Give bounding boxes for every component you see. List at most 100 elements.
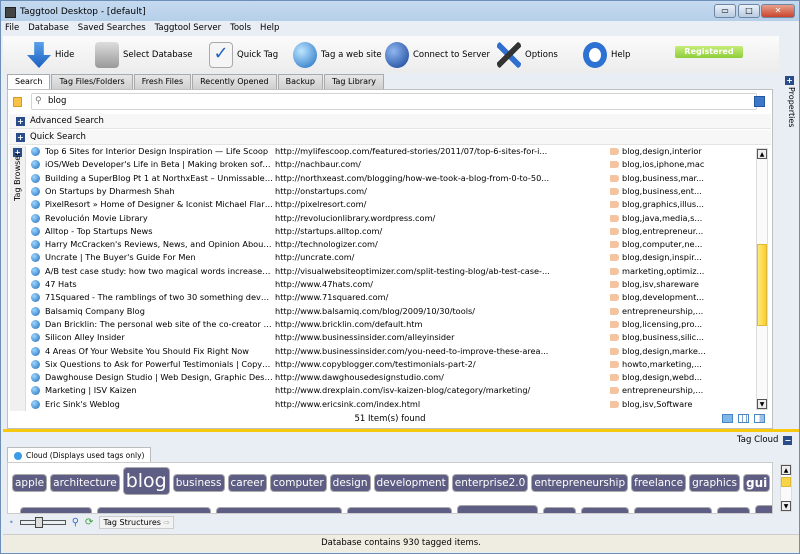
select-database-button[interactable]: Select Database — [95, 39, 192, 71]
cloud-tag[interactable]: graphics — [689, 474, 740, 492]
results-scrollbar[interactable]: ▲ ▼ — [756, 148, 768, 410]
cloud-tag[interactable]: architecture — [50, 474, 120, 492]
cloud-tag[interactable]: business — [172, 474, 225, 492]
cloud-tag[interactable] — [347, 507, 452, 513]
result-row[interactable]: PixelResort » Home of Designer & Iconist… — [29, 198, 754, 211]
tab-backup[interactable]: Backup — [277, 74, 323, 89]
save-search-icon[interactable] — [754, 96, 765, 107]
result-row[interactable]: Marketing | ISV Kaizen http://www.drexpl… — [29, 384, 754, 397]
scroll-down-button[interactable]: ▼ — [781, 501, 791, 511]
tag-icon — [610, 201, 619, 209]
cloud-tag[interactable]: entrepreneurship — [531, 474, 629, 492]
result-row[interactable]: Uncrate | The Buyer's Guide For Men http… — [29, 251, 754, 264]
cloud-tag[interactable]: gui — [742, 474, 771, 492]
result-row[interactable]: Eric Sink's Weblog http://www.ericsink.c… — [29, 398, 754, 411]
zoom-slider[interactable] — [19, 516, 66, 528]
help-button[interactable]: Help — [583, 39, 630, 71]
tag-structures-button[interactable]: Tag Structures ⇨ — [99, 515, 175, 529]
cloud-tag[interactable] — [755, 505, 772, 513]
result-url: http://www.71squared.com/ — [275, 292, 389, 303]
result-row[interactable]: Harry McCracken's Reviews, News, and Opi… — [29, 238, 754, 251]
menu-saved-searches[interactable]: Saved Searches — [78, 23, 146, 33]
cloud-tag[interactable]: career — [227, 474, 268, 492]
cloud-tag[interactable]: blog — [122, 467, 170, 495]
tag-icon — [610, 400, 619, 408]
advanced-search-toggle[interactable]: + Advanced Search — [9, 114, 771, 129]
tab-fresh-files[interactable]: Fresh Files — [133, 74, 192, 89]
menu-tools[interactable]: Tools — [230, 23, 251, 33]
connect-to-server-button[interactable]: Connect to Server — [385, 39, 490, 71]
tab-tag-library[interactable]: Tag Library — [323, 74, 385, 89]
result-row[interactable]: Top 6 Sites for Interior Design Inspirat… — [29, 145, 754, 158]
tab-cloud[interactable]: Cloud (Displays used tags only) — [7, 447, 152, 463]
scroll-thumb[interactable] — [781, 477, 791, 487]
result-row[interactable]: A/B test case study: how two magical wor… — [29, 265, 754, 278]
cloud-tag[interactable] — [543, 507, 576, 513]
menu-help[interactable]: Help — [260, 23, 279, 33]
result-row[interactable]: Revolución Movie Library http://revoluci… — [29, 212, 754, 225]
tag-browser-panel[interactable]: + Tag Browser — [10, 146, 26, 411]
cloud-tag[interactable]: design — [329, 474, 371, 492]
menu-taggtool-server[interactable]: Taggtool Server — [155, 23, 221, 33]
cloud-scrollbar[interactable]: ▲ ▼ — [780, 464, 792, 512]
minimize-button[interactable]: ▭ — [714, 4, 736, 18]
result-row[interactable]: 4 Areas Of Your Website You Should Fix R… — [29, 345, 754, 358]
cloud-tag[interactable]: enterprise2.0 — [451, 474, 529, 492]
result-row[interactable]: Dan Bricklin: The personal web site of t… — [29, 318, 754, 331]
properties-panel[interactable]: + Properties — [782, 73, 798, 433]
cloud-tag[interactable]: computer — [270, 474, 327, 492]
maximize-button[interactable]: □ — [738, 4, 760, 18]
refresh-icon[interactable]: ⟳ — [85, 517, 93, 528]
menu-database[interactable]: Database — [28, 23, 69, 33]
scroll-up-button[interactable]: ▲ — [781, 465, 791, 475]
view-thumbnails-icon[interactable] — [722, 414, 733, 423]
cloud-tag[interactable] — [20, 507, 92, 513]
result-row[interactable]: Alltop - Top Startups News http://startu… — [29, 225, 754, 238]
result-row[interactable]: iOS/Web Developer's Life in Beta | Makin… — [29, 158, 754, 171]
cloud-tag[interactable] — [97, 507, 211, 513]
expand-icon[interactable]: + — [785, 76, 794, 85]
view-split-icon[interactable] — [754, 414, 765, 423]
cloud-tag[interactable]: development — [373, 474, 449, 492]
result-title: A/B test case study: how two magical wor… — [45, 265, 273, 276]
result-title: Dan Bricklin: The personal web site of t… — [45, 318, 273, 329]
tab-recently-opened[interactable]: Recently Opened — [192, 74, 277, 89]
result-row[interactable]: Silicon Alley Insider http://www.busines… — [29, 331, 754, 344]
bookmark-icon[interactable] — [13, 97, 22, 107]
result-row[interactable]: On Startups by Dharmesh Shah http://onst… — [29, 185, 754, 198]
result-row[interactable]: 71Squared - The ramblings of two 30 some… — [29, 291, 754, 304]
tab-tag-files-folders[interactable]: Tag Files/Folders — [51, 74, 133, 89]
cloud-tag[interactable] — [216, 507, 342, 513]
cloud-tag[interactable] — [457, 505, 538, 513]
search-input[interactable]: blog — [31, 93, 757, 110]
tab-search[interactable]: Search — [7, 74, 51, 90]
cloud-tag[interactable] — [634, 507, 712, 513]
scroll-up-button[interactable]: ▲ — [757, 149, 767, 159]
tag-web-site-button[interactable]: Tag a web site — [293, 39, 382, 71]
quick-search-toggle[interactable]: + Quick Search — [9, 130, 771, 145]
result-row[interactable]: Dawghouse Design Studio | Web Design, Gr… — [29, 371, 754, 384]
slider-handle[interactable] — [34, 516, 43, 528]
globe-icon — [31, 213, 40, 223]
menu-file[interactable]: File — [5, 23, 19, 33]
cloud-tag[interactable]: apple — [12, 474, 48, 492]
cloud-tag[interactable] — [581, 507, 629, 513]
result-row[interactable]: Six Questions to Ask for Powerful Testim… — [29, 358, 754, 371]
hide-button[interactable]: Hide — [27, 39, 74, 71]
result-row[interactable]: 47 Hats http://www.47hats.com/ blog,isv,… — [29, 278, 754, 291]
options-button[interactable]: Options — [497, 39, 558, 71]
cloud-tag[interactable] — [717, 507, 750, 513]
splitter[interactable] — [3, 429, 799, 432]
cloud-tag[interactable]: freelance — [631, 474, 687, 492]
result-url: http://www.dawghousedesignstudio.com/ — [275, 372, 444, 383]
scroll-thumb[interactable] — [757, 244, 767, 326]
view-columns-icon[interactable] — [738, 414, 749, 423]
close-button[interactable]: ✕ — [761, 4, 795, 18]
collapse-icon[interactable]: − — [783, 435, 793, 445]
result-row[interactable]: Building a SuperBlog Pt 1 at NorthxEast … — [29, 172, 754, 185]
result-tags: blog,graphics,illus... — [622, 199, 704, 210]
zoom-icon[interactable]: ⚲ — [72, 517, 79, 528]
scroll-down-button[interactable]: ▼ — [757, 399, 767, 409]
result-row[interactable]: Balsamiq Company Blog http://www.balsami… — [29, 305, 754, 318]
quick-tag-button[interactable]: ✓ Quick Tag — [209, 39, 278, 71]
